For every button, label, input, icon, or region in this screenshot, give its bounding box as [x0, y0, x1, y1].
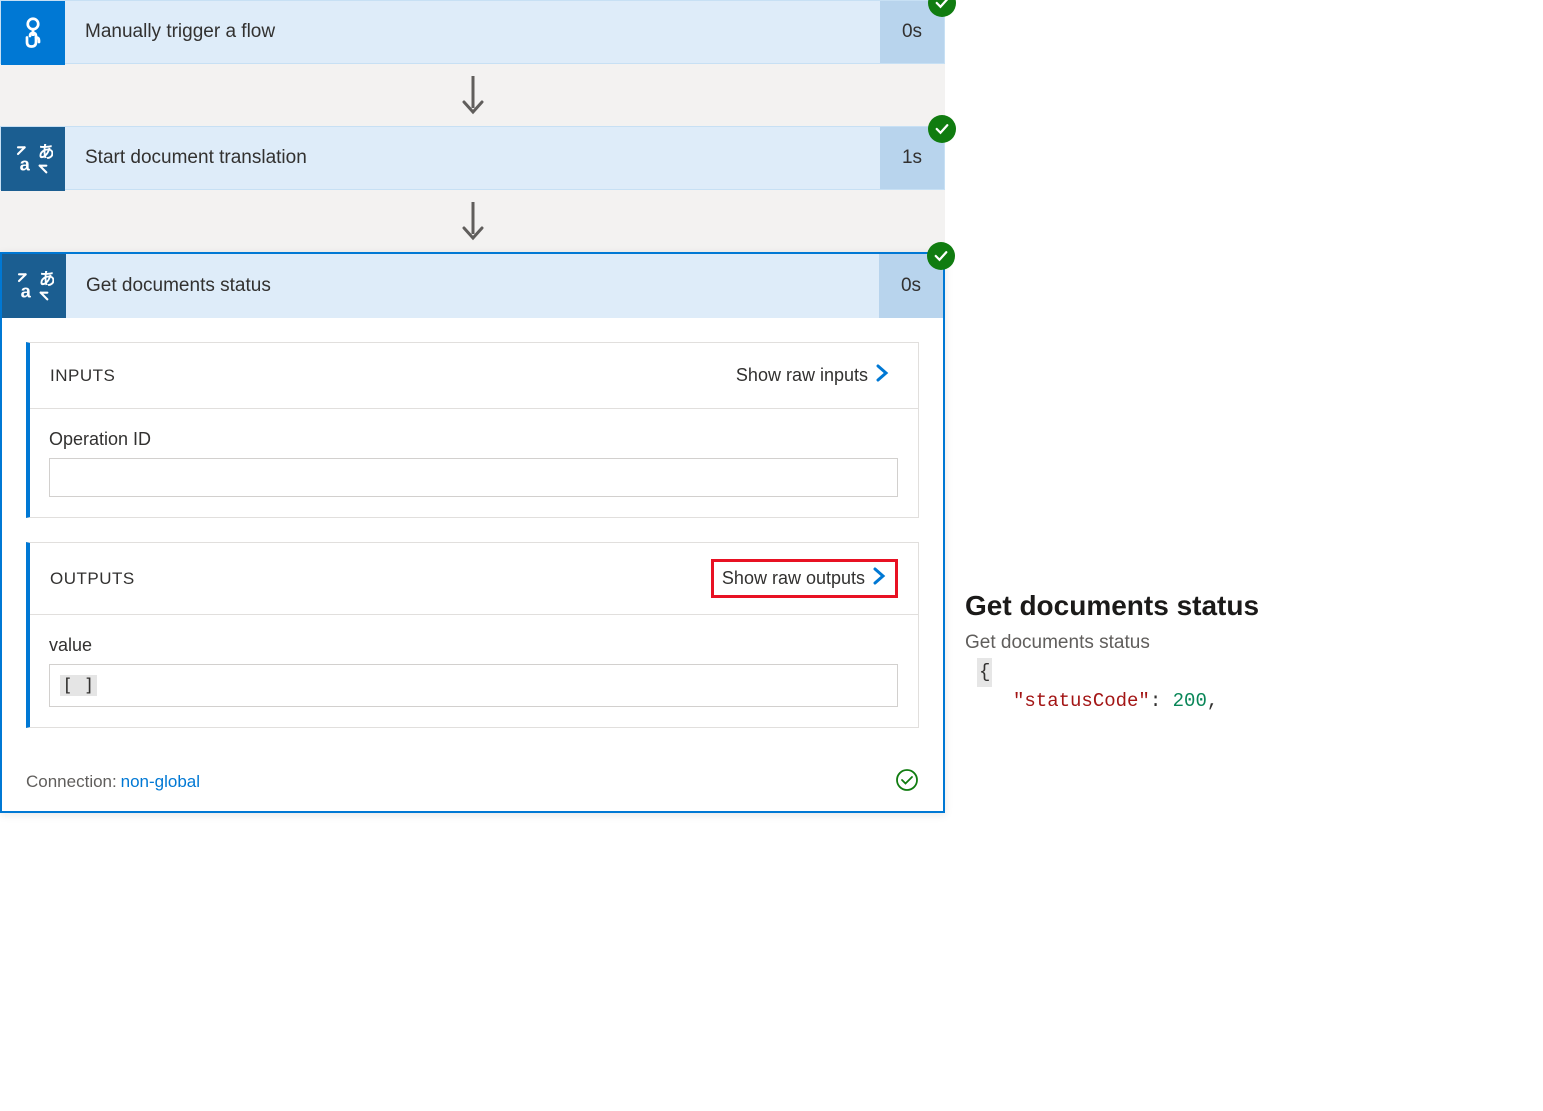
json-value: 200	[1173, 690, 1207, 712]
connection-label: Connection:	[26, 772, 117, 791]
success-check-icon	[928, 115, 956, 143]
side-panel-title: Get documents status	[965, 590, 1525, 622]
raw-outputs-panel: Get documents status Get documents statu…	[965, 0, 1525, 813]
translator-icon: あ a	[2, 254, 66, 318]
svg-text:あ: あ	[38, 142, 53, 161]
show-raw-outputs-label: Show raw outputs	[722, 568, 865, 589]
json-open-brace: {	[977, 658, 992, 687]
json-colon: :	[1150, 690, 1161, 712]
step-manual-trigger[interactable]: Manually trigger a flow 0s	[0, 0, 945, 64]
svg-text:あ: あ	[39, 269, 54, 288]
value-label: value	[49, 635, 898, 656]
arrow-connector	[0, 190, 945, 252]
manual-trigger-icon	[1, 1, 65, 65]
inputs-card: INPUTS Show raw inputs Operation ID	[26, 342, 919, 518]
svg-text:a: a	[21, 281, 32, 302]
step-start-translation[interactable]: あ a Start document translation 1s	[0, 126, 945, 190]
inputs-header: INPUTS	[50, 366, 115, 386]
arrow-connector	[0, 64, 945, 126]
outputs-header: OUTPUTS	[50, 569, 135, 589]
flow-canvas: Manually trigger a flow 0s あ a	[0, 0, 945, 813]
svg-text:a: a	[20, 154, 31, 175]
step-title: Get documents status	[66, 254, 879, 318]
connection-row: Connection: non-global	[26, 752, 919, 795]
show-raw-outputs-link[interactable]: Show raw outputs	[711, 559, 898, 598]
step-title: Start document translation	[65, 127, 880, 189]
translator-icon: あ a	[1, 127, 65, 191]
show-raw-inputs-link[interactable]: Show raw inputs	[728, 359, 898, 392]
show-raw-inputs-label: Show raw inputs	[736, 365, 868, 386]
connection-link[interactable]: non-global	[121, 772, 200, 791]
chevron-right-icon	[871, 566, 887, 591]
operation-id-input[interactable]	[49, 458, 898, 497]
step-get-documents-status[interactable]: あ a Get documents status 0s INPUTS	[0, 252, 945, 813]
operation-id-label: Operation ID	[49, 429, 898, 450]
success-check-icon	[927, 242, 955, 270]
step-title: Manually trigger a flow	[65, 1, 880, 63]
chevron-right-icon	[874, 363, 890, 388]
value-output-text: [ ]	[60, 675, 97, 696]
connection-status-ok-icon	[895, 768, 919, 795]
value-output: [ ]	[49, 664, 898, 707]
json-comma: ,	[1207, 690, 1218, 712]
json-key: "statusCode"	[1013, 690, 1150, 712]
side-panel-subtitle: Get documents status	[965, 632, 1525, 654]
json-output: { "statusCode": 200,	[965, 658, 1525, 715]
outputs-card: OUTPUTS Show raw outputs value [ ]	[26, 542, 919, 728]
